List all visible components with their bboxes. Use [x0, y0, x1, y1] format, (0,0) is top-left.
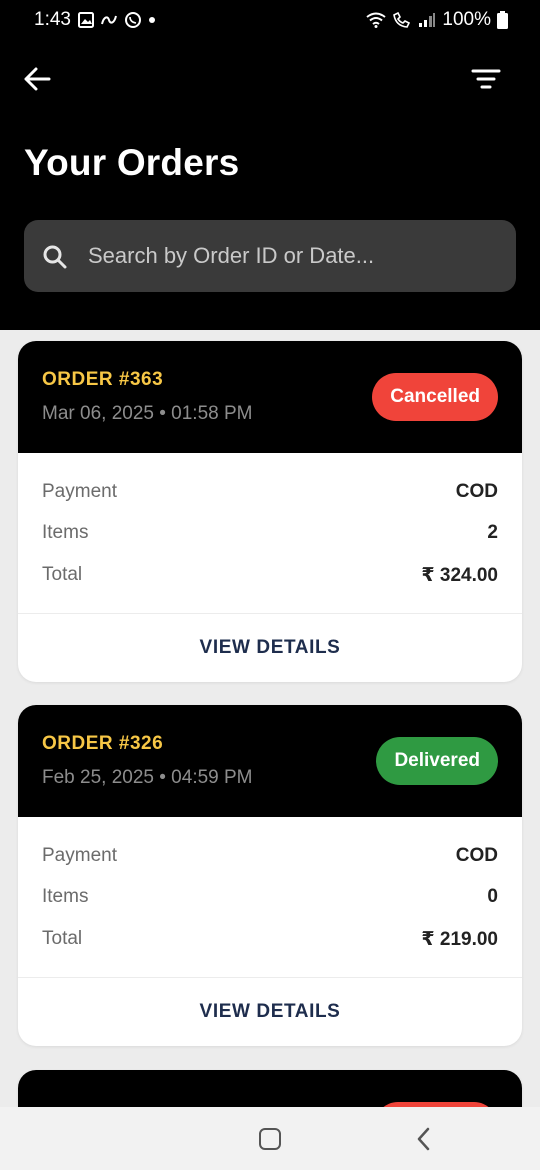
wifi-icon: [366, 12, 387, 28]
page-title: Your Orders: [24, 142, 240, 183]
view-details-button[interactable]: VIEW DETAILS: [18, 978, 522, 1046]
status-badge: Delivered: [376, 737, 498, 785]
total-label: Total: [42, 928, 83, 949]
total-value: ₹ 219.00: [421, 928, 498, 950]
items-label: Items: [42, 886, 89, 907]
order-date: Feb 25, 2025 • 04:59 PM: [42, 767, 253, 788]
nav-back-icon[interactable]: [412, 1126, 436, 1152]
order-card-partial: [18, 1070, 522, 1108]
battery-icon: [497, 11, 508, 29]
order-id: ORDER #363: [42, 369, 164, 390]
dot-icon: [149, 17, 155, 23]
back-button[interactable]: [20, 62, 54, 96]
filter-button[interactable]: [466, 62, 506, 96]
order-card-header: ORDER #326 Feb 25, 2025 • 04:59 PM Deliv…: [18, 705, 522, 817]
app-header: 1:43 100% Your Orders: [0, 0, 540, 330]
status-badge: Cancelled: [372, 373, 498, 421]
items-row: Items 2: [42, 520, 498, 546]
items-value: 2: [487, 522, 498, 543]
link-icon: [101, 15, 117, 25]
status-right: 100%: [366, 9, 508, 31]
view-details-button[interactable]: VIEW DETAILS: [18, 614, 522, 682]
payment-row: Payment COD: [42, 843, 498, 869]
items-label: Items: [42, 522, 89, 543]
gallery-icon: [78, 12, 94, 28]
payment-label: Payment: [42, 845, 117, 866]
order-card-header: [18, 1070, 522, 1108]
notification-icons: [78, 10, 156, 30]
order-id: ORDER #326: [42, 733, 164, 754]
arrow-left-icon: [24, 67, 51, 91]
order-card: ORDER #326 Feb 25, 2025 • 04:59 PM Deliv…: [18, 705, 522, 1046]
payment-value: COD: [455, 845, 498, 866]
signal-icon: [419, 13, 436, 27]
items-row: Items 0: [42, 884, 498, 910]
payment-label: Payment: [42, 481, 117, 502]
status-bar: 1:43 100%: [0, 0, 540, 40]
total-row: Total ₹ 219.00: [42, 926, 498, 952]
order-list[interactable]: ORDER #363 Mar 06, 2025 • 01:58 PM Cance…: [0, 330, 540, 1108]
payment-value: COD: [455, 481, 498, 502]
items-value: 0: [487, 886, 498, 907]
filter-icon: [471, 69, 501, 89]
search-input[interactable]: [88, 220, 508, 292]
total-label: Total: [42, 564, 83, 585]
search-bar[interactable]: [24, 220, 516, 292]
status-time: 1:43: [34, 9, 71, 30]
total-row: Total ₹ 324.00: [42, 562, 498, 588]
call-signal-icon: [393, 12, 411, 28]
system-nav-bar: [0, 1107, 540, 1170]
search-icon: [43, 245, 67, 269]
battery-percent: 100%: [442, 9, 491, 30]
order-card: ORDER #363 Mar 06, 2025 • 01:58 PM Cance…: [18, 341, 522, 682]
whatsapp-icon: [125, 12, 141, 28]
order-date: Mar 06, 2025 • 01:58 PM: [42, 403, 253, 424]
payment-row: Payment COD: [42, 479, 498, 505]
home-button[interactable]: [259, 1128, 281, 1150]
order-card-header: ORDER #363 Mar 06, 2025 • 01:58 PM Cance…: [18, 341, 522, 453]
total-value: ₹ 324.00: [421, 564, 498, 586]
